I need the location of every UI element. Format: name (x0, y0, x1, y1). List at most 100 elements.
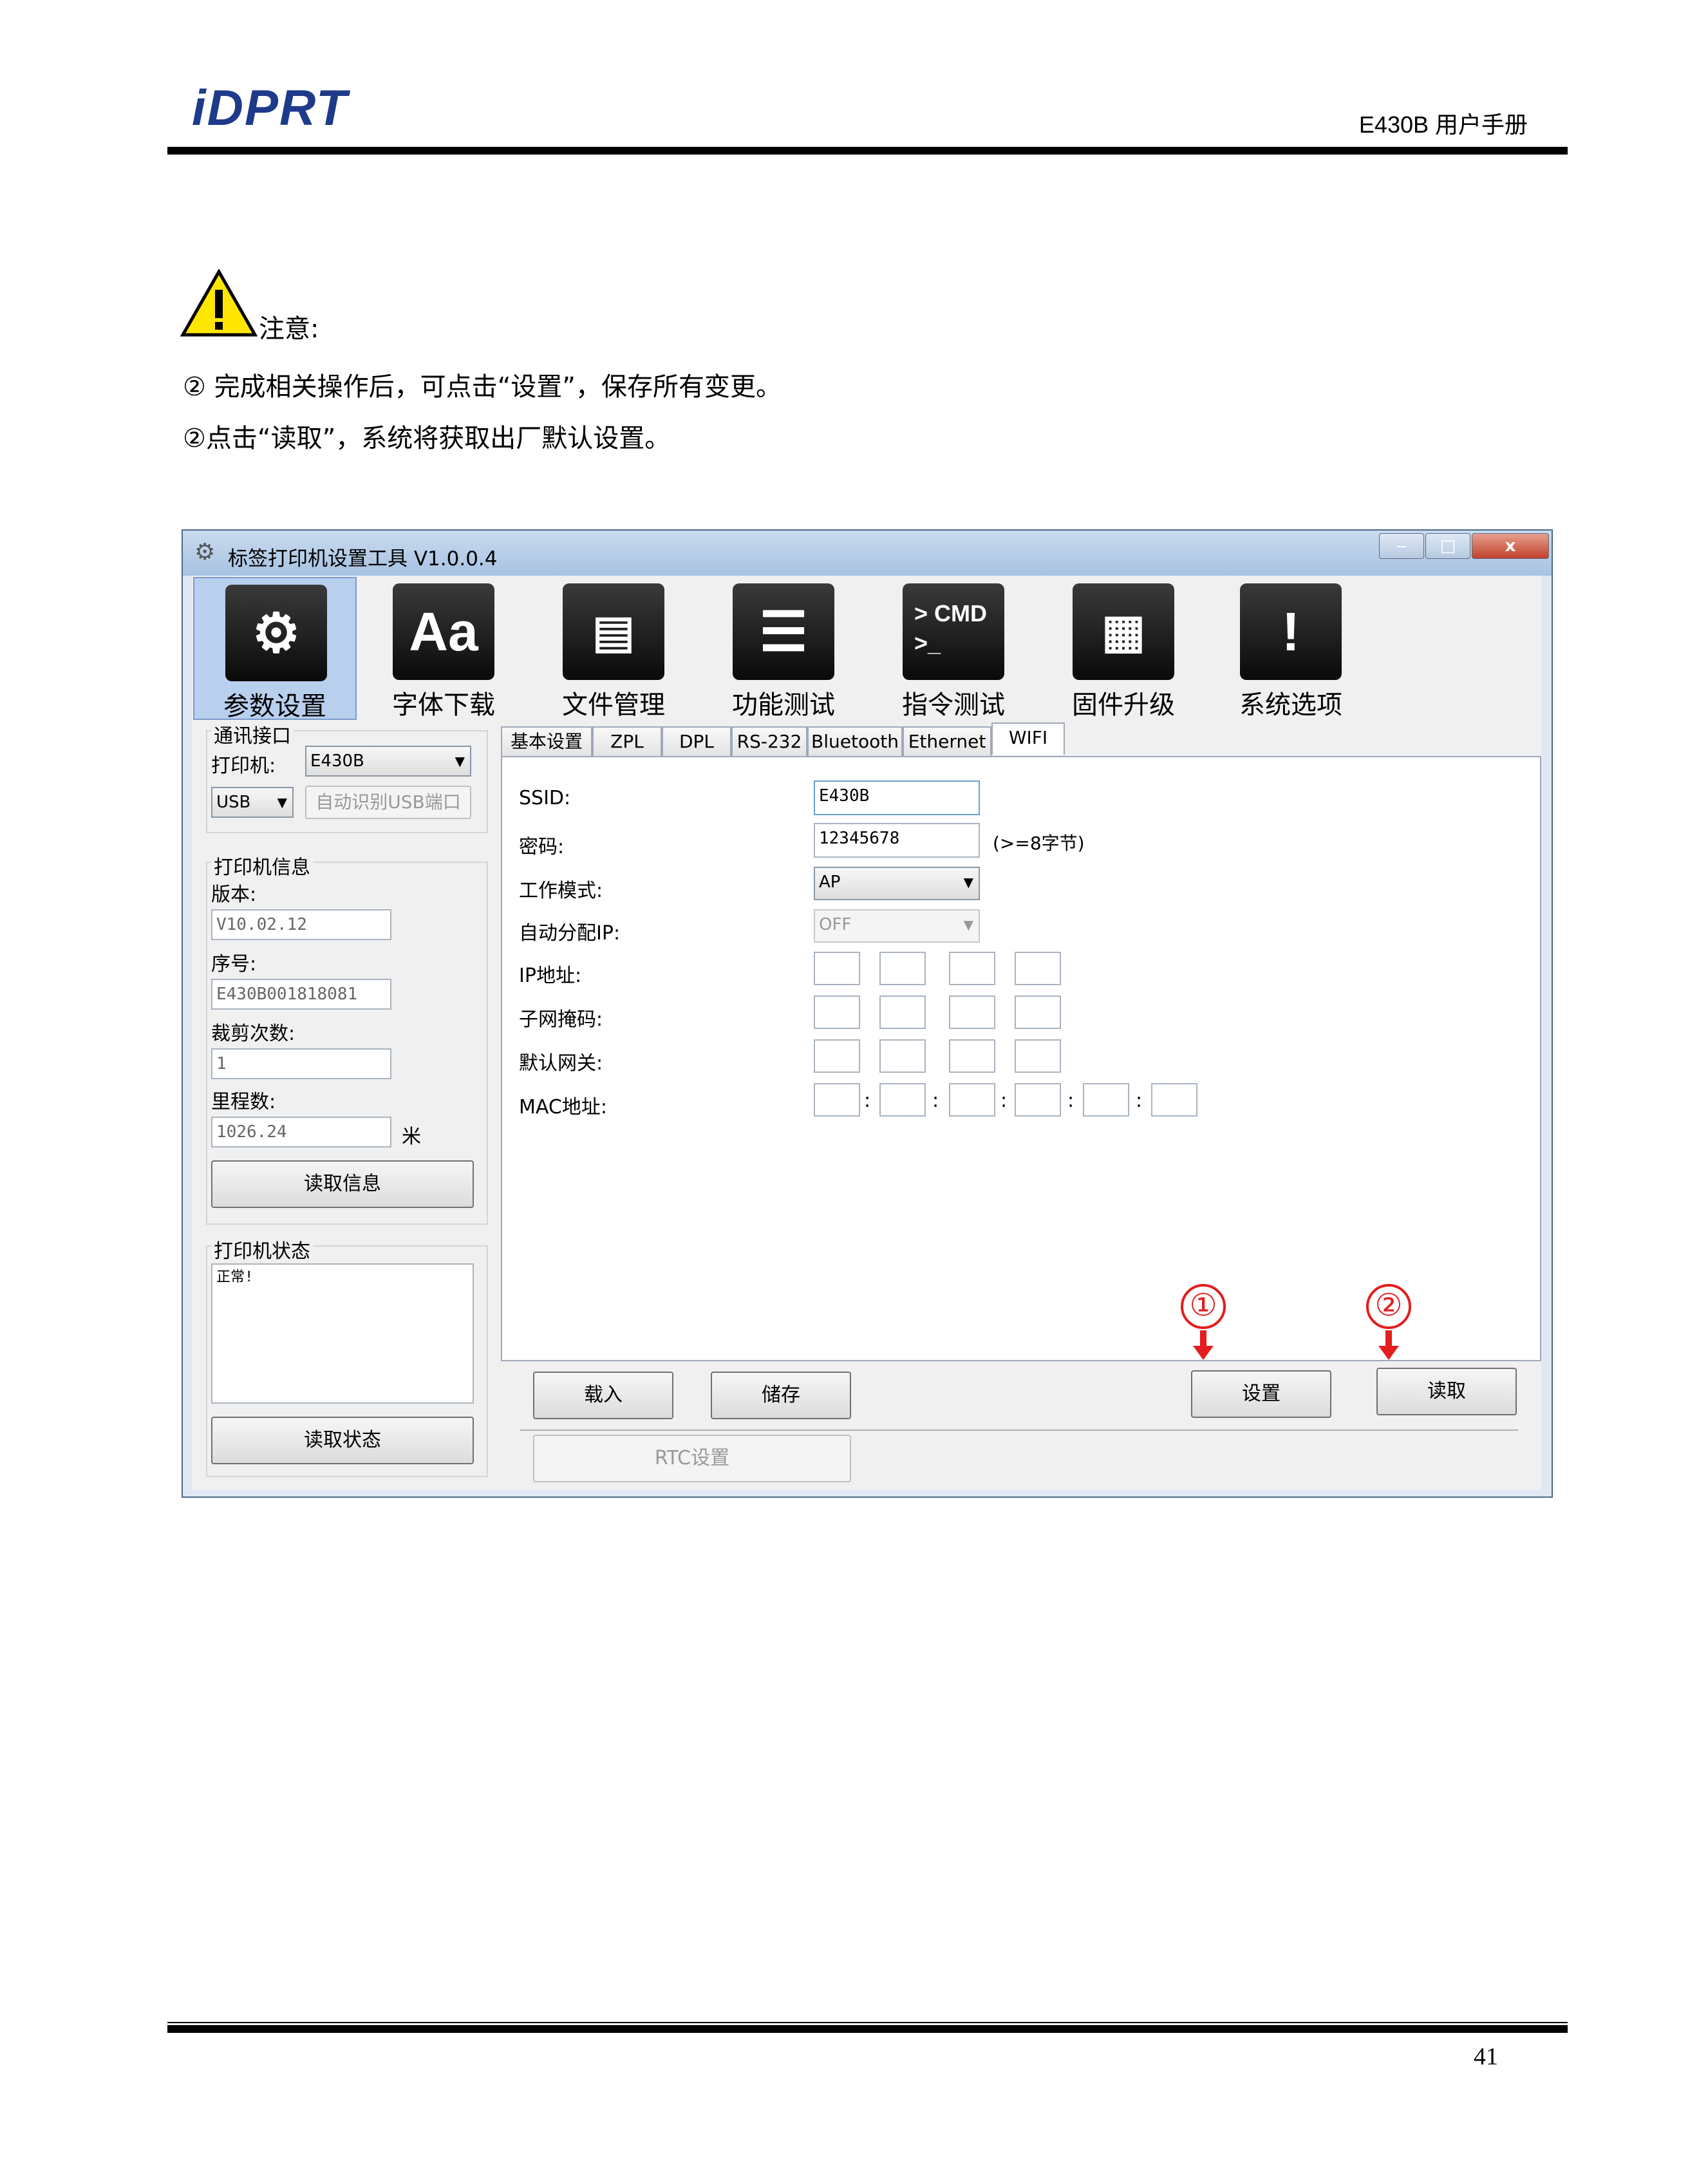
toolbar-system-options[interactable]: ! 系统选项 (1209, 577, 1373, 720)
window-client-area: ⚙ 参数设置 Aa 字体下载 ▤ 文件管理 ☰ 功能测试 > CMD >_ 指令… (192, 576, 1541, 1490)
tab-ethernet[interactable]: Ethernet (903, 726, 991, 756)
mask-octet-4[interactable] (1015, 996, 1061, 1029)
maximize-button[interactable]: □ (1425, 533, 1470, 559)
settings-gear-icon: ⚙ (225, 585, 327, 681)
mac-part-4[interactable] (1015, 1083, 1061, 1117)
toolbar-param-settings[interactable]: ⚙ 参数设置 (193, 577, 357, 721)
chip-icon: ▦ (1073, 583, 1174, 680)
cmd-terminal-icon: > CMD >_ (903, 583, 1004, 680)
callout-2-arrowhead (1378, 1346, 1399, 1360)
group-title: 打印机状态 (211, 1235, 313, 1263)
footer-rule (167, 2025, 1568, 2033)
toolbar-label: 参数设置 (223, 692, 326, 721)
app-gear-icon: ⚙ (194, 539, 216, 565)
mac-separator: : (932, 1090, 939, 1112)
tab-rs232[interactable]: RS-232 (731, 726, 807, 756)
rtc-settings-button[interactable]: RTC设置 (533, 1435, 851, 1482)
list-icon: ☰ (733, 583, 834, 680)
ip-octet-3[interactable] (949, 952, 995, 985)
toolbar-label: 指令测试 (902, 690, 1005, 720)
version-field[interactable]: V10.02.12 (211, 909, 391, 940)
gateway-octet-4[interactable] (1015, 1039, 1061, 1073)
document-title: E430B 用户手册 (1358, 111, 1528, 138)
tab-bluetooth[interactable]: Bluetooth (807, 726, 903, 756)
mask-octet-1[interactable] (814, 996, 860, 1029)
mac-separator: : (864, 1090, 871, 1112)
window-controls: ‒ □ x (1378, 533, 1549, 559)
cut-count-label: 裁剪次数: (211, 1023, 296, 1045)
tab-zpl[interactable]: ZPL (592, 726, 662, 756)
ip-octet-1[interactable] (814, 952, 860, 985)
gateway-octet-1[interactable] (814, 1039, 860, 1073)
callout-2-arrow (1385, 1330, 1392, 1347)
callout-1-arrowhead (1193, 1346, 1214, 1360)
ip-address-label: IP地址: (519, 965, 582, 987)
toolbar-command-test[interactable]: > CMD >_ 指令测试 (872, 577, 1035, 720)
callout-1: ① (1181, 1284, 1226, 1329)
tab-basic[interactable]: 基本设置 (501, 726, 592, 756)
callout-1-arrow (1200, 1330, 1206, 1347)
toolbar-firmware-upgrade[interactable]: ▦ 固件升级 (1042, 577, 1205, 720)
gateway-octet-3[interactable] (949, 1039, 995, 1073)
notice-line-1: ② 完成相关操作后，可点击“设置”，保存所有变更。 (183, 372, 782, 402)
tab-dpl[interactable]: DPL (662, 726, 731, 756)
set-button[interactable]: 设置 (1191, 1370, 1331, 1418)
password-label: 密码: (519, 836, 565, 858)
mileage-field[interactable]: 1026.24 (211, 1117, 391, 1147)
read-button[interactable]: 读取 (1376, 1368, 1517, 1415)
port-select[interactable]: USB (211, 787, 294, 818)
cut-count-field[interactable]: 1 (211, 1048, 391, 1079)
mac-part-6[interactable] (1151, 1083, 1197, 1117)
printer-select[interactable]: E430B (305, 746, 471, 777)
window-title: 标签打印机设置工具 V1.0.0.4 (228, 547, 498, 571)
work-mode-select[interactable]: AP (814, 867, 980, 900)
mac-part-3[interactable] (949, 1083, 995, 1117)
toolbar-font-download[interactable]: Aa 字体下载 (362, 577, 525, 720)
toolbar-function-test[interactable]: ☰ 功能测试 (702, 577, 865, 720)
work-mode-label: 工作模式: (519, 880, 603, 902)
mac-part-2[interactable] (879, 1083, 926, 1117)
password-input[interactable]: 12345678 (814, 823, 980, 858)
comm-interface-group: 通讯接口 打印机: E430B USB 自动识别USB端口 (206, 720, 488, 833)
save-button[interactable]: 储存 (711, 1372, 851, 1419)
warning-icon (180, 269, 258, 337)
settings-tool-window: ⚙ 标签打印机设置工具 V1.0.0.4 ‒ □ x ⚙ 参数设置 Aa 字体下载 … (182, 529, 1553, 1498)
toolbar-label: 字体下载 (392, 690, 495, 720)
subnet-mask-label: 子网掩码: (519, 1008, 603, 1031)
gateway-octet-2[interactable] (879, 1039, 926, 1073)
mac-address-label: MAC地址: (519, 1096, 607, 1118)
tab-wifi[interactable]: WIFI (991, 722, 1065, 755)
status-textbox[interactable]: 正常! (211, 1263, 474, 1404)
group-title: 打印机信息 (211, 851, 313, 880)
mask-octet-3[interactable] (949, 996, 995, 1029)
serial-field[interactable]: E430B001818081 (211, 979, 391, 1010)
mac-separator: : (1136, 1090, 1143, 1112)
mac-part-1[interactable] (814, 1083, 860, 1117)
window-titlebar: ⚙ 标签打印机设置工具 V1.0.0.4 ‒ □ x (183, 531, 1552, 576)
callout-2: ② (1366, 1284, 1411, 1329)
minimize-button[interactable]: ‒ (1379, 533, 1424, 559)
close-button[interactable]: x (1472, 533, 1549, 559)
mac-separator: : (1000, 1090, 1008, 1112)
toolbar-label: 文件管理 (562, 690, 665, 720)
alert-bubble-icon: ! (1240, 583, 1342, 680)
bottom-divider (520, 1430, 1518, 1431)
load-button[interactable]: 载入 (533, 1372, 673, 1419)
mac-part-5[interactable] (1083, 1083, 1129, 1117)
auto-ip-select[interactable]: OFF (814, 909, 980, 943)
read-status-button[interactable]: 读取状态 (211, 1417, 474, 1464)
page-number: 41 (1474, 2043, 1498, 2070)
gateway-label: 默认网关: (519, 1052, 603, 1075)
auto-detect-usb-button[interactable]: 自动识别USB端口 (305, 786, 471, 819)
font-aa-icon: Aa (393, 583, 494, 680)
toolbar-file-manage[interactable]: ▤ 文件管理 (532, 577, 695, 720)
group-title: 通讯接口 (211, 720, 294, 748)
mask-octet-2[interactable] (879, 996, 926, 1029)
ip-octet-2[interactable] (879, 952, 926, 985)
ssid-input[interactable]: E430B (814, 780, 980, 815)
printer-status-group: 打印机状态 正常! 读取状态 (206, 1235, 488, 1477)
read-info-button[interactable]: 读取信息 (211, 1160, 474, 1208)
password-hint: (>=8字节) (993, 833, 1085, 854)
toolbar-label: 固件升级 (1072, 690, 1175, 720)
ip-octet-4[interactable] (1015, 952, 1061, 985)
